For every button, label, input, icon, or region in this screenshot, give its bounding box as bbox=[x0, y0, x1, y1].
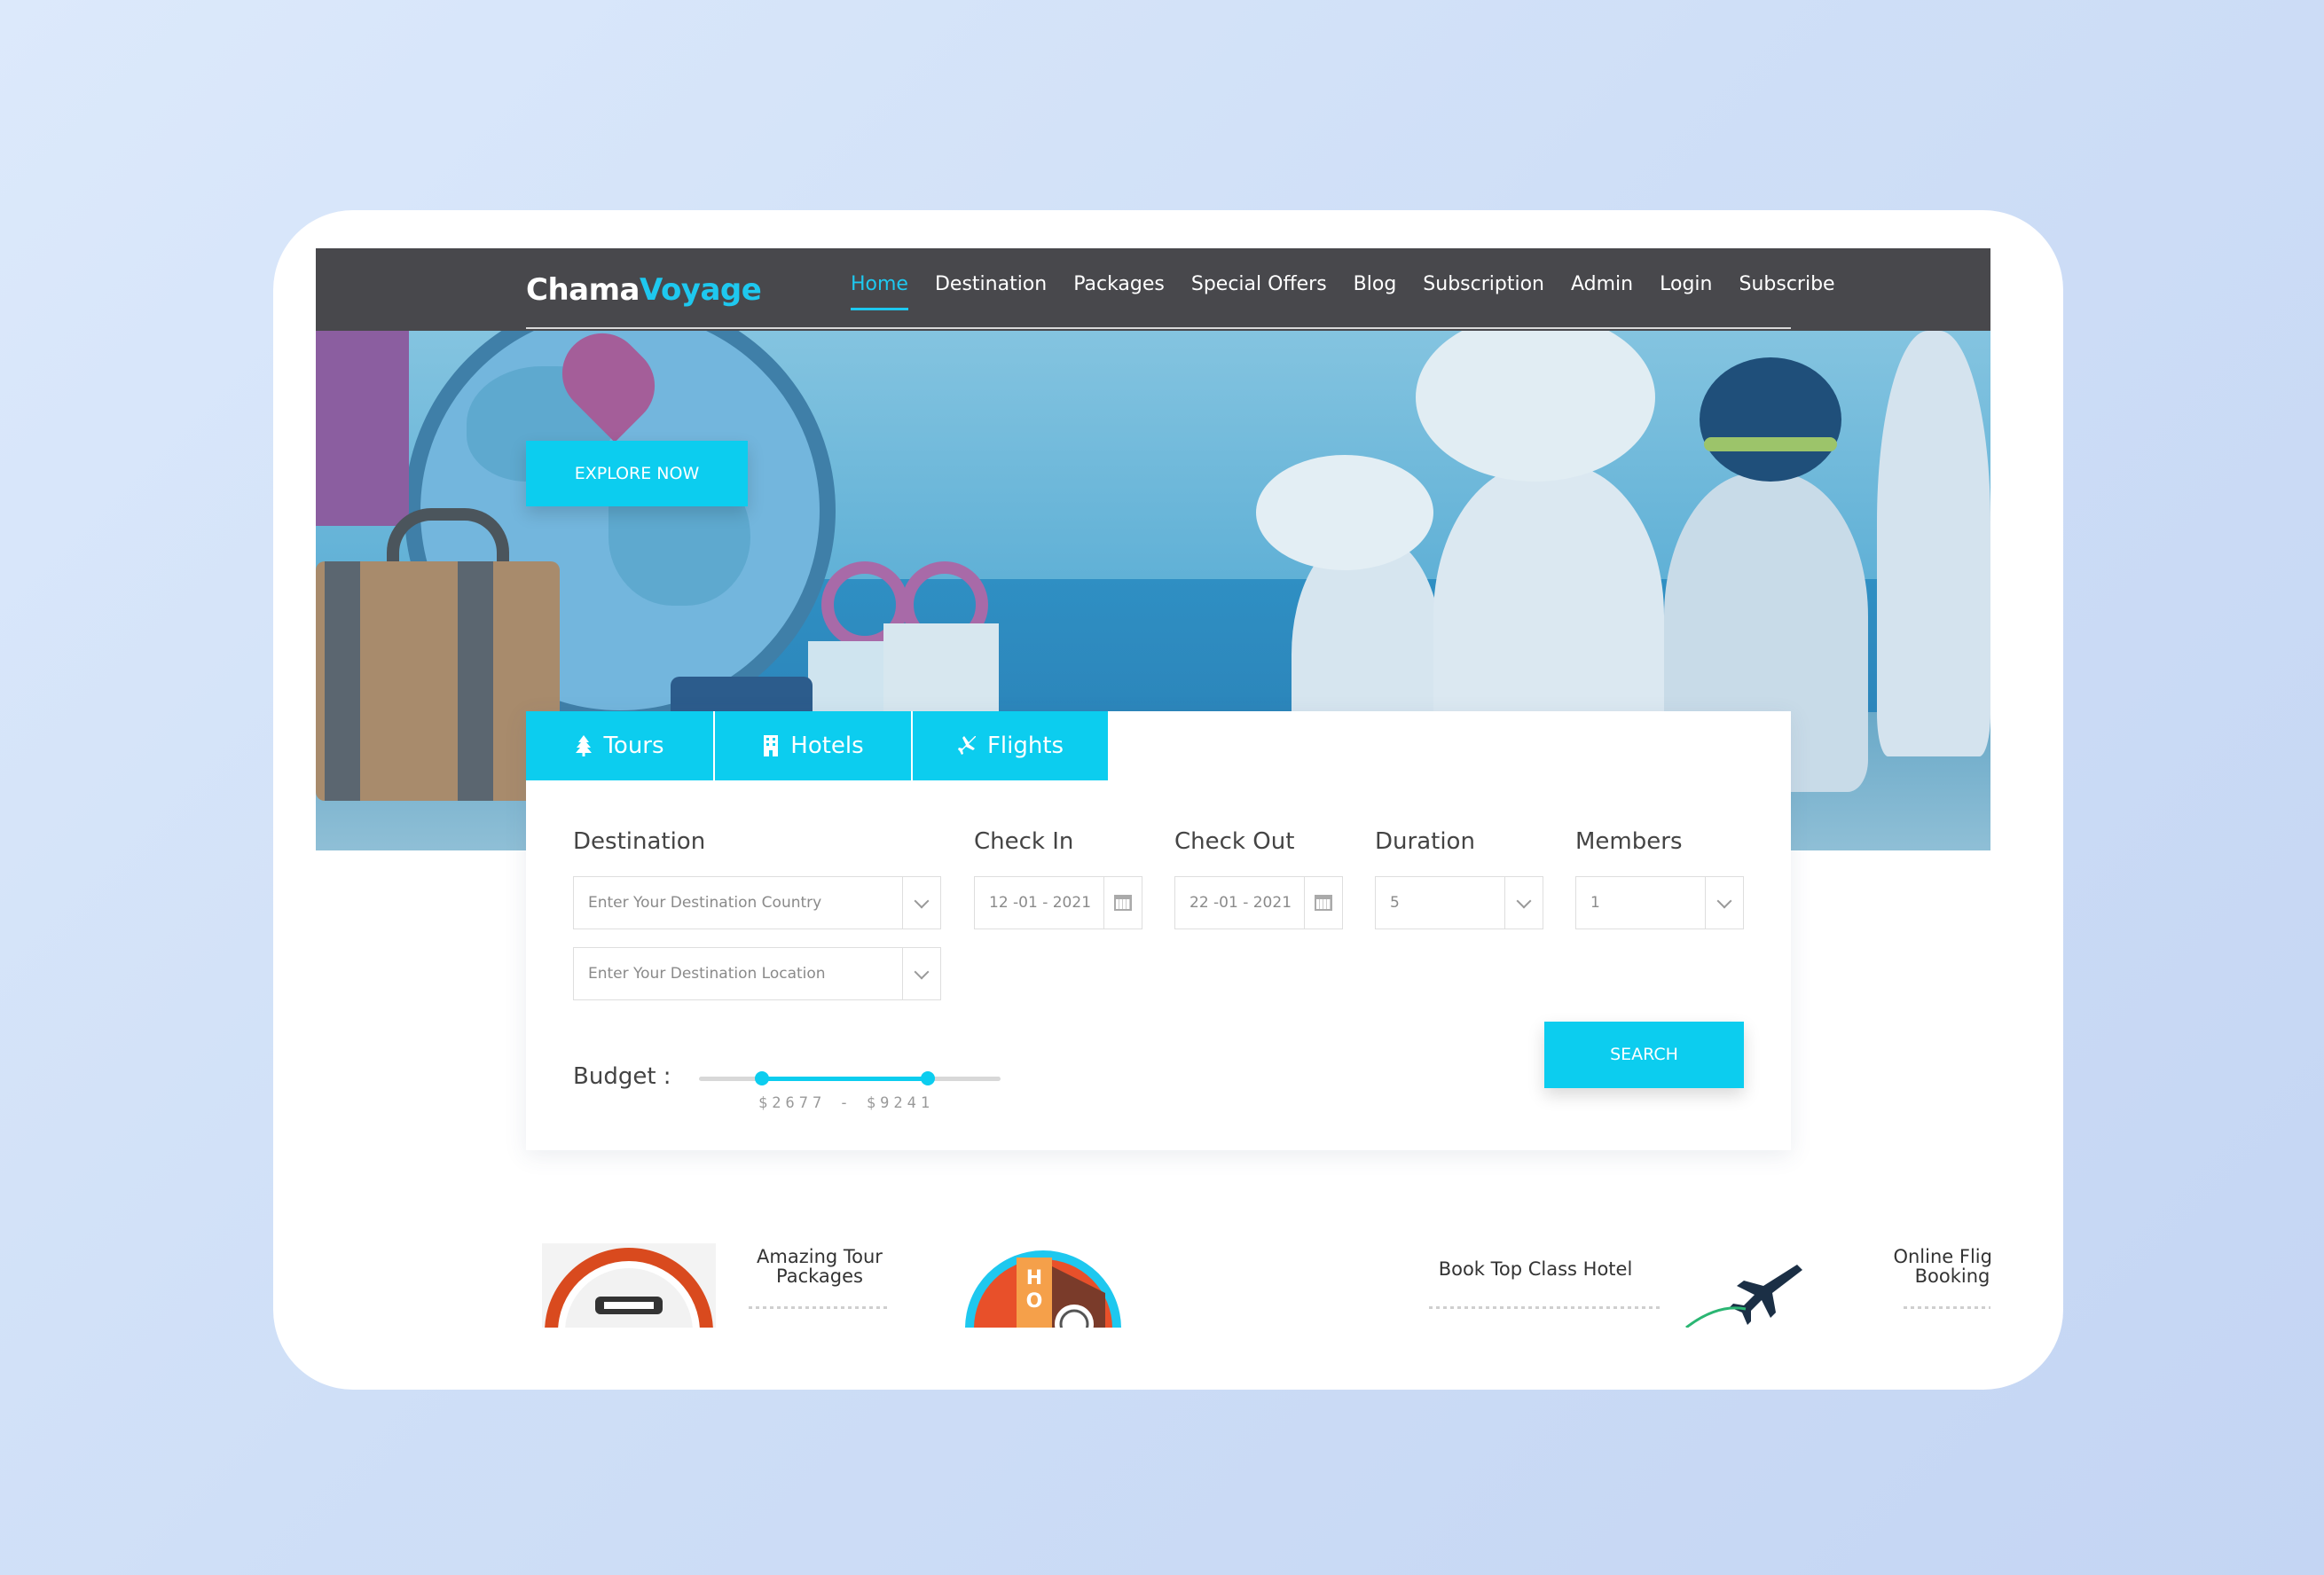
search-button[interactable]: SEARCH bbox=[1544, 1022, 1744, 1088]
tab-flights[interactable]: Flights bbox=[913, 711, 1108, 780]
nav-destination[interactable]: Destination bbox=[935, 273, 1047, 310]
check-out-label: Check Out bbox=[1174, 828, 1295, 855]
hotel-badge-icon: H O bbox=[965, 1250, 1121, 1328]
device-frame: EXPLORE NOW ChamaVoyage Home Destination… bbox=[273, 210, 2063, 1390]
check-out-field[interactable]: 22 -01 - 2021 bbox=[1174, 876, 1343, 929]
svg-text:O: O bbox=[1026, 1290, 1043, 1312]
plane-icon bbox=[957, 736, 976, 755]
feature-hotel-title: Book Top Class Hotel bbox=[1438, 1258, 1633, 1280]
destination-country-select[interactable]: Enter Your Destination Country bbox=[573, 876, 941, 929]
nav-blog[interactable]: Blog bbox=[1354, 273, 1397, 310]
chevron-down-icon bbox=[902, 948, 940, 999]
nav-admin[interactable]: Admin bbox=[1571, 273, 1633, 310]
members-select[interactable]: 1 bbox=[1575, 876, 1744, 929]
nav-divider bbox=[526, 327, 1791, 329]
destination-label: Destination bbox=[573, 828, 706, 855]
nav-special-offers[interactable]: Special Offers bbox=[1191, 273, 1327, 310]
budget-slider-range bbox=[762, 1077, 929, 1081]
search-tabs: Tours Hotels Flights bbox=[526, 711, 1108, 780]
plane-icon bbox=[1685, 1265, 1802, 1328]
budget-max-handle[interactable] bbox=[921, 1071, 936, 1085]
chevron-down-icon bbox=[1705, 877, 1743, 929]
building-icon bbox=[764, 735, 779, 756]
members-label: Members bbox=[1575, 828, 1683, 855]
header: ChamaVoyage Home Destination Packages Sp… bbox=[316, 248, 1990, 331]
calendar-icon[interactable] bbox=[1103, 877, 1142, 929]
budget-label: Budget : bbox=[573, 1063, 671, 1090]
nav-login[interactable]: Login bbox=[1660, 273, 1712, 310]
budget-min-handle[interactable] bbox=[755, 1071, 770, 1085]
feature-flight-title: Online Flight Booking bbox=[1893, 1246, 1990, 1287]
nav-subscription[interactable]: Subscription bbox=[1423, 273, 1544, 310]
tour-badge-icon bbox=[542, 1243, 716, 1328]
check-in-field[interactable]: 12 -01 - 2021 bbox=[974, 876, 1142, 929]
destination-location-select[interactable]: Enter Your Destination Location bbox=[573, 947, 941, 1000]
chevron-down-icon bbox=[1504, 877, 1543, 929]
tab-tours[interactable]: Tours bbox=[526, 711, 715, 780]
chevron-down-icon bbox=[902, 877, 940, 929]
svg-text:H: H bbox=[1026, 1267, 1042, 1289]
nav-packages[interactable]: Packages bbox=[1073, 273, 1165, 310]
tree-icon bbox=[576, 735, 593, 756]
budget-range-text: $2677 - $9241 bbox=[758, 1094, 935, 1112]
main-nav: Home Destination Packages Special Offers… bbox=[851, 273, 1862, 310]
website-screen: EXPLORE NOW ChamaVoyage Home Destination… bbox=[316, 248, 1990, 1328]
calendar-icon[interactable] bbox=[1304, 877, 1342, 929]
duration-select[interactable]: 5 bbox=[1375, 876, 1543, 929]
brand-logo[interactable]: ChamaVoyage bbox=[526, 272, 762, 308]
nav-home[interactable]: Home bbox=[851, 273, 908, 310]
feature-tour-title: Amazing Tour Packages bbox=[757, 1246, 883, 1287]
check-in-label: Check In bbox=[974, 828, 1074, 855]
duration-label: Duration bbox=[1375, 828, 1475, 855]
tab-hotels[interactable]: Hotels bbox=[715, 711, 913, 780]
nav-subscribe[interactable]: Subscribe bbox=[1739, 273, 1834, 310]
explore-now-button[interactable]: EXPLORE NOW bbox=[526, 441, 748, 506]
pink-suitcase-illustration bbox=[316, 331, 409, 526]
